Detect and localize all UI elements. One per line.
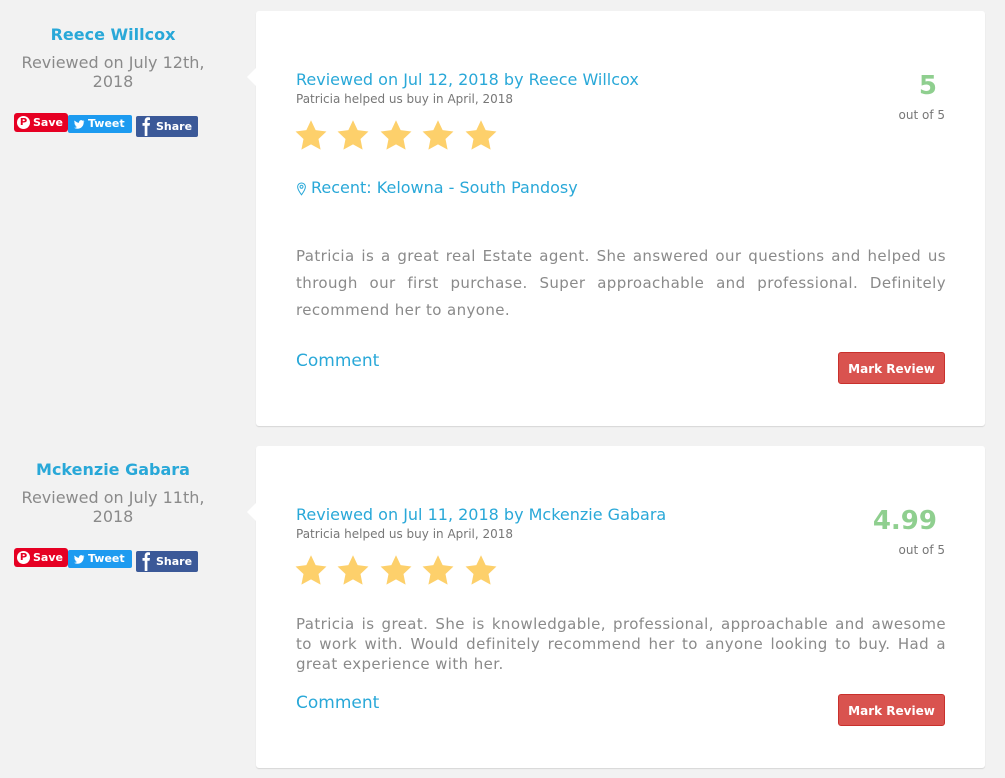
review-subtitle: Patricia helped us buy in April, 2018 xyxy=(296,92,514,106)
share-label: Share xyxy=(156,120,193,133)
star-icon xyxy=(337,120,369,150)
save-label: Save xyxy=(33,116,63,129)
card-pointer xyxy=(247,68,256,86)
star-icon xyxy=(422,120,454,150)
review-card: Reviewed on Jul 12, 2018 by Reece Willco… xyxy=(247,11,985,426)
score-out-of: out of 5 xyxy=(898,543,945,557)
review-title: Reviewed on Jul 12, 2018 by Reece Willco… xyxy=(296,70,639,89)
comment-link[interactable]: Comment xyxy=(296,351,379,371)
facebook-icon xyxy=(142,117,150,136)
star-icon xyxy=(465,120,497,150)
star-icon xyxy=(422,555,454,585)
facebook-share-button[interactable]: Share xyxy=(136,551,199,572)
facebook-icon xyxy=(142,552,150,571)
location-label: Recent: Kelowna - South Pandosy xyxy=(311,178,578,197)
pinterest-icon: P xyxy=(17,116,30,129)
tweet-label: Tweet xyxy=(88,117,125,130)
author-name[interactable]: Reece Willcox xyxy=(0,25,226,45)
card-pointer xyxy=(247,503,256,521)
star-icon xyxy=(380,555,412,585)
author-column: Mckenzie Gabara Reviewed on July 11th, 2… xyxy=(0,435,226,572)
score-out-of: out of 5 xyxy=(898,108,945,122)
review-text: Patricia is great. She is knowledgable, … xyxy=(296,615,946,673)
star-icon xyxy=(380,120,412,150)
review-score: 5 xyxy=(918,71,937,101)
pinterest-save-button[interactable]: P Save xyxy=(14,548,68,567)
share-buttons: P Save Tweet Share xyxy=(14,548,214,572)
save-label: Save xyxy=(33,551,63,564)
star-icon xyxy=(295,555,327,585)
star-icon xyxy=(337,555,369,585)
pinterest-save-button[interactable]: P Save xyxy=(14,113,68,132)
star-icon xyxy=(465,555,497,585)
tweet-button[interactable]: Tweet xyxy=(68,115,132,133)
reviewed-on-date: Reviewed on July 11th, 2018 xyxy=(21,488,205,526)
review-card: Reviewed on Jul 11, 2018 by Mckenzie Gab… xyxy=(247,446,985,768)
share-buttons: P Save Tweet Share xyxy=(14,113,214,137)
facebook-share-button[interactable]: Share xyxy=(136,116,199,137)
review-location[interactable]: Recent: Kelowna - South Pandosy xyxy=(296,178,578,198)
map-pin-icon xyxy=(297,181,306,196)
author-column: Reece Willcox Reviewed on July 12th, 201… xyxy=(0,0,226,137)
reviewed-on-date: Reviewed on July 12th, 2018 xyxy=(21,53,205,91)
mark-review-button[interactable]: Mark Review xyxy=(838,694,945,726)
review-title: Reviewed on Jul 11, 2018 by Mckenzie Gab… xyxy=(296,505,667,524)
star-icon xyxy=(295,120,327,150)
review-text: Patricia is a great real Estate agent. S… xyxy=(296,247,946,319)
mark-review-button[interactable]: Mark Review xyxy=(838,352,945,384)
twitter-bird-icon xyxy=(74,555,85,564)
review-subtitle: Patricia helped us buy in April, 2018 xyxy=(296,527,514,541)
tweet-button[interactable]: Tweet xyxy=(68,550,132,568)
share-label: Share xyxy=(156,555,193,568)
tweet-label: Tweet xyxy=(88,552,125,565)
star-rating xyxy=(293,118,503,154)
pinterest-icon: P xyxy=(17,551,30,564)
author-name[interactable]: Mckenzie Gabara xyxy=(0,460,226,480)
comment-link[interactable]: Comment xyxy=(296,693,379,713)
review-score: 4.99 xyxy=(872,506,937,536)
twitter-bird-icon xyxy=(74,120,85,129)
star-rating xyxy=(293,553,503,589)
